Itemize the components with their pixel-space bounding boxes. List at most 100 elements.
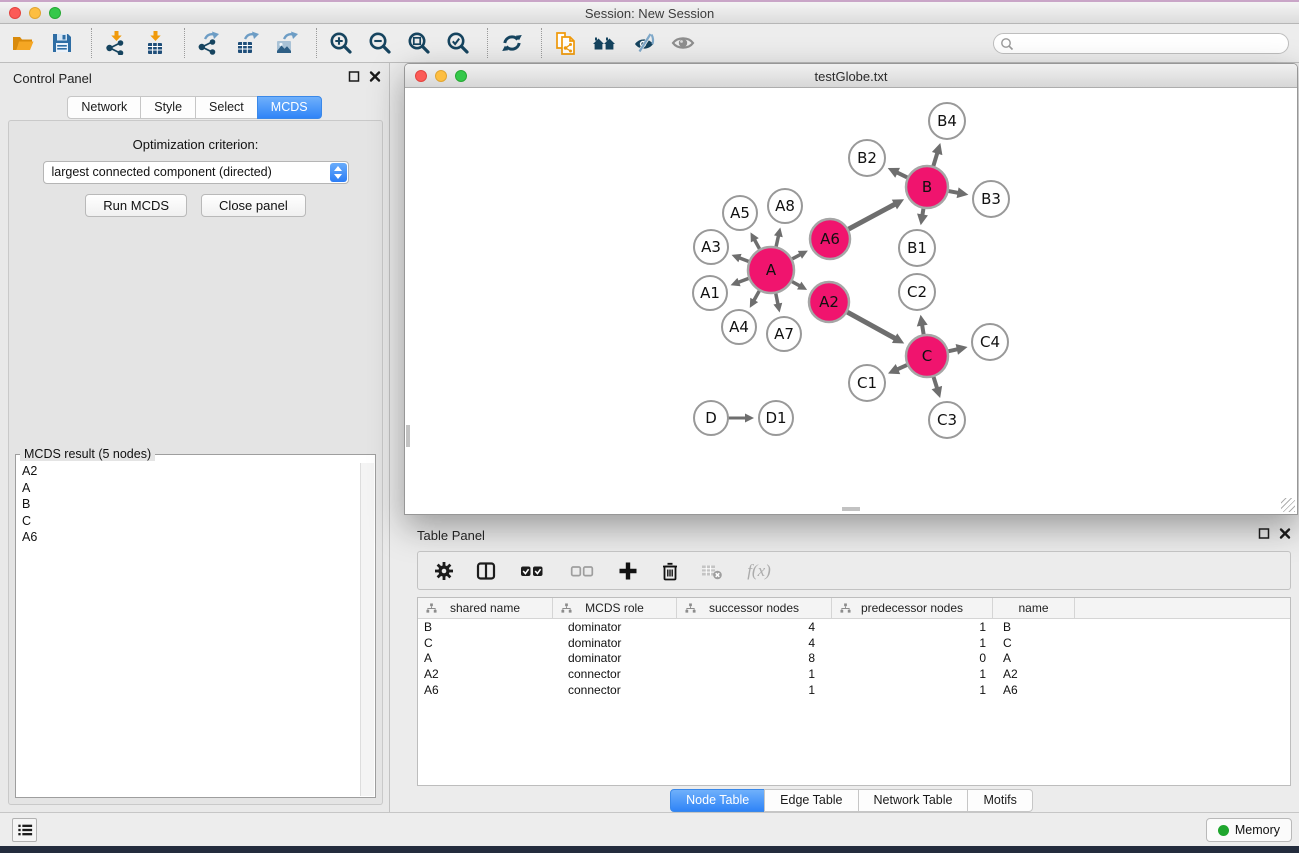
graph-node-A4[interactable]: A4 bbox=[722, 310, 756, 344]
import-table-icon[interactable] bbox=[142, 30, 168, 56]
export-network-icon[interactable] bbox=[196, 30, 222, 56]
graph-edge-A2-C[interactable] bbox=[846, 311, 896, 338]
graph-edge-B-B4[interactable] bbox=[933, 153, 938, 168]
network-window-titlebar[interactable]: testGlobe.txt bbox=[405, 64, 1297, 88]
table-cell[interactable]: A6 bbox=[993, 683, 1075, 697]
table-row[interactable]: Adominator80A bbox=[418, 650, 1290, 666]
graph-node-A5[interactable]: A5 bbox=[723, 196, 757, 230]
export-image-icon[interactable] bbox=[274, 30, 300, 56]
deselect-all-checkbox-icon[interactable] bbox=[566, 559, 598, 583]
graph-edge-A6-B[interactable] bbox=[847, 204, 896, 230]
zoom-out-icon[interactable] bbox=[367, 30, 393, 56]
column-header-name[interactable]: name bbox=[993, 598, 1075, 618]
graph-node-B1[interactable]: B1 bbox=[899, 230, 935, 266]
column-header-shared-name[interactable]: shared name bbox=[418, 598, 553, 618]
table-cell[interactable]: dominator bbox=[553, 636, 677, 650]
graph-node-A[interactable]: A bbox=[748, 247, 794, 293]
import-network-icon[interactable] bbox=[103, 30, 129, 56]
table-cell[interactable]: C bbox=[418, 636, 553, 650]
table-cell[interactable]: A bbox=[993, 651, 1075, 665]
table-cell[interactable]: connector bbox=[553, 667, 677, 681]
graph-node-C2[interactable]: C2 bbox=[899, 274, 935, 310]
graph-node-C4[interactable]: C4 bbox=[972, 324, 1008, 360]
graph-node-B[interactable]: B bbox=[906, 166, 948, 208]
graph-node-D[interactable]: D bbox=[694, 401, 728, 435]
task-history-button[interactable] bbox=[12, 818, 37, 842]
graph-node-C3[interactable]: C3 bbox=[929, 402, 965, 438]
show-all-networks-icon[interactable] bbox=[592, 30, 618, 56]
table-cell[interactable]: 8 bbox=[677, 651, 832, 665]
delete-table-icon[interactable] bbox=[700, 559, 724, 583]
tab-style[interactable]: Style bbox=[140, 96, 196, 119]
graph-node-A8[interactable]: A8 bbox=[768, 189, 802, 223]
table-cell[interactable]: 1 bbox=[832, 683, 993, 697]
graph-node-B3[interactable]: B3 bbox=[973, 181, 1009, 217]
mcds-result-item[interactable]: A bbox=[17, 480, 360, 497]
search-input[interactable] bbox=[993, 33, 1289, 54]
table-cell[interactable]: dominator bbox=[553, 651, 677, 665]
tab-motifs[interactable]: Motifs bbox=[967, 789, 1032, 812]
table-cell[interactable]: 1 bbox=[832, 620, 993, 634]
export-table-icon[interactable] bbox=[235, 30, 261, 56]
table-cell[interactable]: A2 bbox=[993, 667, 1075, 681]
column-header-predecessor-nodes[interactable]: predecessor nodes bbox=[832, 598, 993, 618]
graph-node-A2[interactable]: A2 bbox=[809, 282, 849, 322]
new-network-icon[interactable] bbox=[553, 30, 579, 56]
column-header-MCDS-role[interactable]: MCDS role bbox=[553, 598, 677, 618]
close-panel-button[interactable]: Close panel bbox=[201, 194, 306, 217]
network-graph[interactable]: B4B2BB3A8A5A6A3B1AA1C2A2A4A7C4CC1DD1C3 bbox=[406, 89, 1296, 512]
gear-icon[interactable] bbox=[432, 559, 456, 583]
hide-selected-icon[interactable] bbox=[631, 30, 657, 56]
network-vertical-scrollbar[interactable] bbox=[406, 425, 410, 447]
table-cell[interactable]: 1 bbox=[677, 667, 832, 681]
table-row[interactable]: Bdominator41B bbox=[418, 619, 1290, 635]
tab-network[interactable]: Network bbox=[67, 96, 141, 119]
node-table[interactable]: shared nameMCDS rolesuccessor nodesprede… bbox=[417, 597, 1291, 786]
graph-node-B4[interactable]: B4 bbox=[929, 103, 965, 139]
table-row[interactable]: Cdominator41C bbox=[418, 635, 1290, 651]
table-cell[interactable]: B bbox=[418, 620, 553, 634]
table-cell[interactable]: dominator bbox=[553, 620, 677, 634]
criterion-dropdown[interactable]: largest connected component (directed) bbox=[43, 161, 349, 184]
graph-node-C1[interactable]: C1 bbox=[849, 365, 885, 401]
graph-node-A3[interactable]: A3 bbox=[694, 230, 728, 264]
network-canvas[interactable]: B4B2BB3A8A5A6A3B1AA1C2A2A4A7C4CC1DD1C3 bbox=[406, 89, 1296, 512]
table-cell[interactable]: A bbox=[418, 651, 553, 665]
mcds-result-item[interactable]: A2 bbox=[17, 463, 360, 480]
table-row[interactable]: A2connector11A2 bbox=[418, 666, 1290, 682]
table-cell[interactable]: B bbox=[993, 620, 1075, 634]
zoom-fit-icon[interactable] bbox=[406, 30, 432, 56]
close-panel-icon[interactable] bbox=[1279, 527, 1291, 540]
network-horizontal-scrollbar[interactable] bbox=[842, 507, 860, 511]
save-icon[interactable] bbox=[49, 30, 75, 56]
mcds-result-list[interactable]: A2ABCA6 bbox=[17, 463, 360, 796]
table-cell[interactable]: A6 bbox=[418, 683, 553, 697]
table-cell[interactable]: connector bbox=[553, 683, 677, 697]
mcds-result-item[interactable]: C bbox=[17, 513, 360, 530]
table-cell[interactable]: 0 bbox=[832, 651, 993, 665]
column-header-successor-nodes[interactable]: successor nodes bbox=[677, 598, 832, 618]
graph-node-C[interactable]: C bbox=[906, 335, 948, 377]
zoom-selected-icon[interactable] bbox=[445, 30, 471, 56]
mcds-result-item[interactable]: A6 bbox=[17, 529, 360, 546]
graph-node-A6[interactable]: A6 bbox=[810, 219, 850, 259]
mcds-result-item[interactable]: B bbox=[17, 496, 360, 513]
refresh-layout-icon[interactable] bbox=[499, 30, 525, 56]
table-cell[interactable]: 1 bbox=[832, 667, 993, 681]
tab-network-table[interactable]: Network Table bbox=[858, 789, 969, 812]
run-mcds-button[interactable]: Run MCDS bbox=[85, 194, 187, 217]
table-cell[interactable]: 1 bbox=[677, 683, 832, 697]
delete-column-icon[interactable] bbox=[658, 559, 682, 583]
graph-node-A7[interactable]: A7 bbox=[767, 317, 801, 351]
show-selected-icon[interactable] bbox=[670, 30, 696, 56]
split-columns-icon[interactable] bbox=[474, 559, 498, 583]
float-panel-icon[interactable] bbox=[1258, 527, 1270, 540]
mcds-result-scrollbar[interactable] bbox=[360, 463, 374, 796]
graph-node-D1[interactable]: D1 bbox=[759, 401, 793, 435]
tab-select[interactable]: Select bbox=[195, 96, 258, 119]
open-folder-icon[interactable] bbox=[10, 30, 36, 56]
table-cell[interactable]: 4 bbox=[677, 636, 832, 650]
float-panel-icon[interactable] bbox=[348, 70, 360, 83]
resize-grip-icon[interactable] bbox=[1281, 498, 1295, 512]
table-row[interactable]: A6connector11A6 bbox=[418, 682, 1290, 698]
